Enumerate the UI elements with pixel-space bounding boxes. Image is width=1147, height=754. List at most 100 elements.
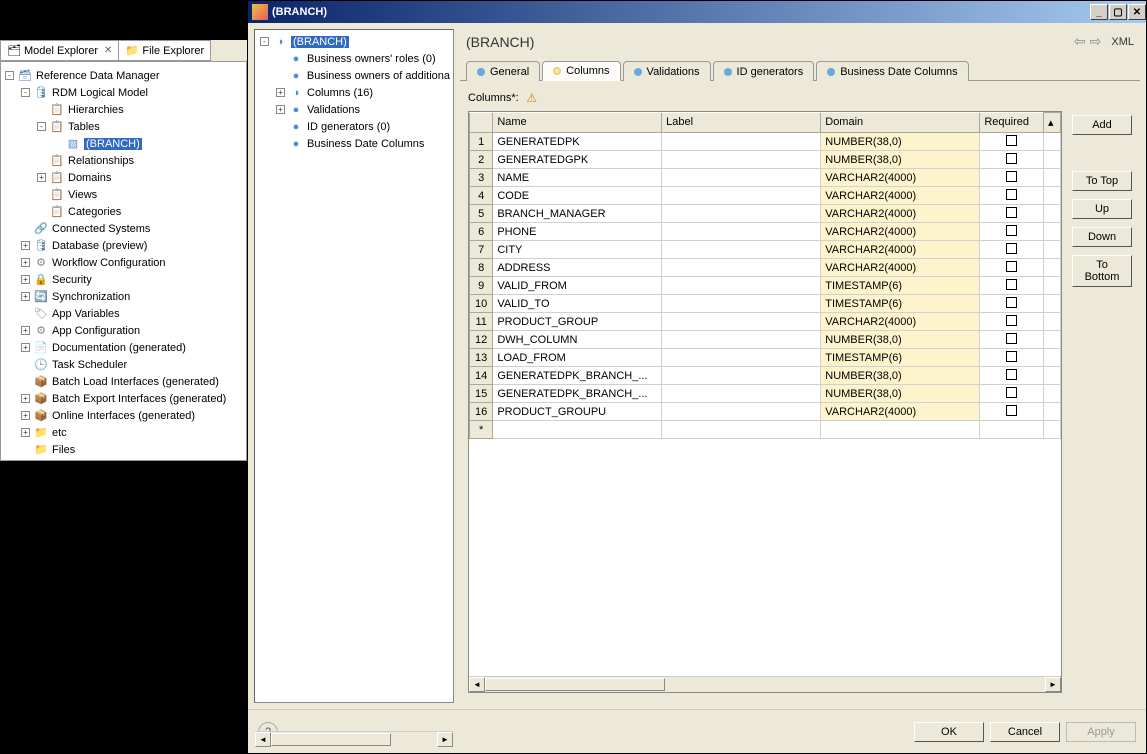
cell-domain[interactable] <box>821 421 980 439</box>
cell-label[interactable] <box>662 187 821 205</box>
table-row[interactable]: 15GENERATEDPK_BRANCH_...NUMBER(38,0) <box>470 385 1061 403</box>
cell-domain[interactable]: TIMESTAMP(6) <box>821 295 980 313</box>
cell-name[interactable]: PRODUCT_GROUP <box>493 313 662 331</box>
tree-toggle[interactable]: - <box>260 37 269 46</box>
cell-required[interactable] <box>980 295 1044 313</box>
cell-name[interactable]: DWH_COLUMN <box>493 331 662 349</box>
cell-label[interactable] <box>662 403 821 421</box>
cell-name[interactable]: PRODUCT_GROUPU <box>493 403 662 421</box>
tree-toggle[interactable]: - <box>5 71 14 80</box>
tree-toggle[interactable]: + <box>21 394 30 403</box>
cell-domain[interactable]: VARCHAR2(4000) <box>821 187 980 205</box>
cell-label[interactable] <box>662 331 821 349</box>
checkbox[interactable] <box>1006 369 1017 380</box>
checkbox[interactable] <box>1006 153 1017 164</box>
minimize-button[interactable]: _ <box>1090 4 1108 20</box>
cell-name[interactable]: BRANCH_MANAGER <box>493 205 662 223</box>
tree-toggle[interactable]: + <box>21 292 30 301</box>
tree-item[interactable]: +🔄Synchronization <box>3 288 244 305</box>
cell-name[interactable]: VALID_FROM <box>493 277 662 295</box>
tab-validations[interactable]: Validations <box>623 61 711 81</box>
cell-name[interactable]: ADDRESS <box>493 259 662 277</box>
tobottom-button[interactable]: To Bottom <box>1072 255 1132 287</box>
scroll-right-button[interactable]: ► <box>1045 677 1061 692</box>
table-row[interactable]: 7CITYVARCHAR2(4000) <box>470 241 1061 259</box>
table-row[interactable]: 12DWH_COLUMNNUMBER(38,0) <box>470 331 1061 349</box>
cell-required[interactable] <box>980 151 1044 169</box>
outline-item[interactable]: ●ID generators (0) <box>258 118 450 135</box>
scroll-thumb[interactable] <box>485 678 665 691</box>
forward-icon[interactable]: ⇨ <box>1090 33 1102 50</box>
grid-scrollbar-h[interactable]: ◄ ► <box>469 676 1061 692</box>
cell-label[interactable] <box>662 151 821 169</box>
tree-item[interactable]: +🛢Database (preview) <box>3 237 244 254</box>
scroll-up-button[interactable]: ▴ <box>1043 113 1060 133</box>
tree-toggle[interactable]: - <box>21 88 30 97</box>
tree-item[interactable]: +📁etc <box>3 424 244 441</box>
cell-label[interactable] <box>662 385 821 403</box>
column-header[interactable] <box>470 113 493 133</box>
cell-name[interactable]: GENERATEDPK_BRANCH_... <box>493 385 662 403</box>
outline-item[interactable]: ●Business Date Columns <box>258 135 450 152</box>
back-icon[interactable]: ⇦ <box>1074 33 1086 50</box>
tree-toggle[interactable]: + <box>276 105 285 114</box>
cell-required[interactable] <box>980 367 1044 385</box>
xml-link[interactable]: XML <box>1111 36 1134 48</box>
checkbox[interactable] <box>1006 261 1017 272</box>
scroll-left-button[interactable]: ◄ <box>469 677 485 692</box>
tree-toggle[interactable]: + <box>21 411 30 420</box>
cell-label[interactable] <box>662 169 821 187</box>
cell-domain[interactable]: TIMESTAMP(6) <box>821 277 980 295</box>
table-row[interactable]: 10VALID_TOTIMESTAMP(6) <box>470 295 1061 313</box>
checkbox[interactable] <box>1006 171 1017 182</box>
checkbox[interactable] <box>1006 207 1017 218</box>
tab-general[interactable]: General <box>466 61 540 81</box>
cell-label[interactable] <box>662 295 821 313</box>
column-header[interactable]: Required <box>980 113 1044 133</box>
outline-item[interactable]: -◑(BRANCH) <box>258 33 450 50</box>
tree-item[interactable]: 📋Hierarchies <box>3 101 244 118</box>
ok-button[interactable]: OK <box>914 722 984 742</box>
cell-name[interactable] <box>493 421 662 439</box>
tree-toggle[interactable]: + <box>21 241 30 250</box>
tab-columns[interactable]: Columns <box>542 61 620 81</box>
cell-required[interactable] <box>980 277 1044 295</box>
table-row[interactable]: 11PRODUCT_GROUPVARCHAR2(4000) <box>470 313 1061 331</box>
cell-label[interactable] <box>662 205 821 223</box>
cell-name[interactable]: GENERATEDPK <box>493 133 662 151</box>
tree-toggle[interactable]: - <box>37 122 46 131</box>
cell-name[interactable]: GENERATEDGPK <box>493 151 662 169</box>
tree-toggle[interactable]: + <box>21 428 30 437</box>
cell-name[interactable]: CODE <box>493 187 662 205</box>
cell-domain[interactable]: NUMBER(38,0) <box>821 151 980 169</box>
column-header[interactable]: Label <box>662 113 821 133</box>
cell-required[interactable] <box>980 223 1044 241</box>
tree-toggle[interactable]: + <box>21 275 30 284</box>
checkbox[interactable] <box>1006 333 1017 344</box>
tree-item[interactable]: +📄Documentation (generated) <box>3 339 244 356</box>
apply-button[interactable]: Apply <box>1066 722 1136 742</box>
cell-label[interactable] <box>662 277 821 295</box>
checkbox[interactable] <box>1006 135 1017 146</box>
cell-required[interactable] <box>980 331 1044 349</box>
cell-domain[interactable]: VARCHAR2(4000) <box>821 241 980 259</box>
tab-model-explorer[interactable]: 🗂Model Explorer✕ <box>0 40 119 61</box>
table-row[interactable]: * <box>470 421 1061 439</box>
checkbox[interactable] <box>1006 351 1017 362</box>
cell-domain[interactable]: VARCHAR2(4000) <box>821 313 980 331</box>
cell-label[interactable] <box>662 259 821 277</box>
model-explorer-tree[interactable]: -🗃Reference Data Manager-🛢RDM Logical Mo… <box>1 63 246 460</box>
tree-item[interactable]: 📋Relationships <box>3 152 244 169</box>
tree-item[interactable]: 📁Files <box>3 441 244 458</box>
cell-required[interactable] <box>980 385 1044 403</box>
table-row[interactable]: 8ADDRESSVARCHAR2(4000) <box>470 259 1061 277</box>
titlebar[interactable]: (BRANCH) _ ▢ ✕ <box>248 1 1146 23</box>
tree-item[interactable]: +⚙App Configuration <box>3 322 244 339</box>
tab-file-explorer[interactable]: 📁File Explorer <box>118 40 211 61</box>
cell-required[interactable] <box>980 133 1044 151</box>
tree-item[interactable]: 🔗Connected Systems <box>3 220 244 237</box>
column-header[interactable]: Domain <box>821 113 980 133</box>
table-row[interactable]: 2GENERATEDGPKNUMBER(38,0) <box>470 151 1061 169</box>
outline-item[interactable]: +◑Columns (16) <box>258 84 450 101</box>
cell-domain[interactable]: VARCHAR2(4000) <box>821 169 980 187</box>
